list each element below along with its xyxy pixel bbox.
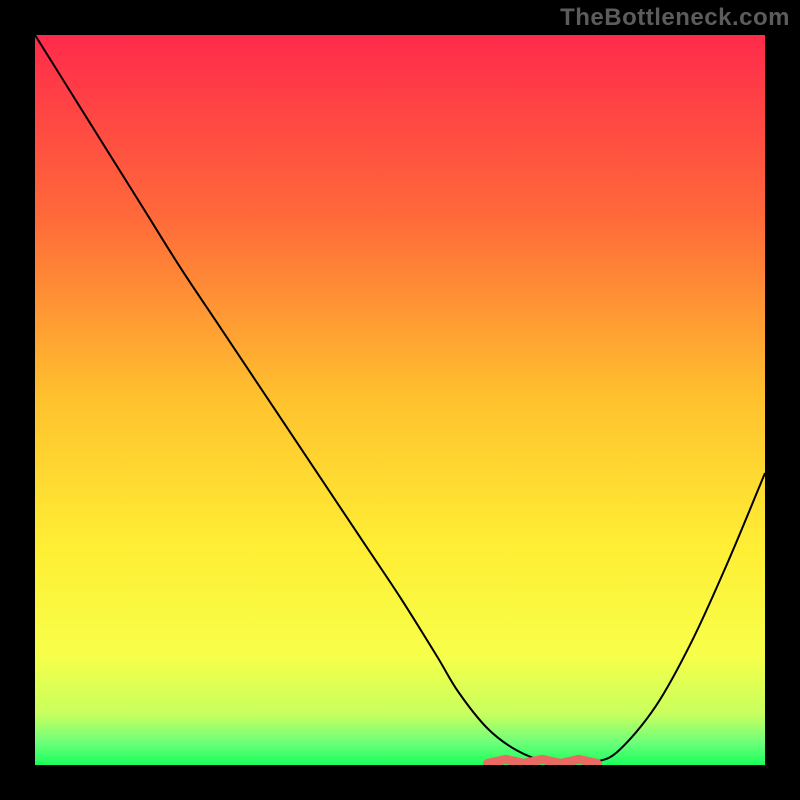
chart-frame: TheBottleneck.com (0, 0, 800, 800)
watermark-text: TheBottleneck.com (560, 4, 790, 32)
optimal-range-marker (488, 759, 597, 763)
plot-background (35, 35, 765, 765)
bottleneck-chart (0, 0, 800, 800)
